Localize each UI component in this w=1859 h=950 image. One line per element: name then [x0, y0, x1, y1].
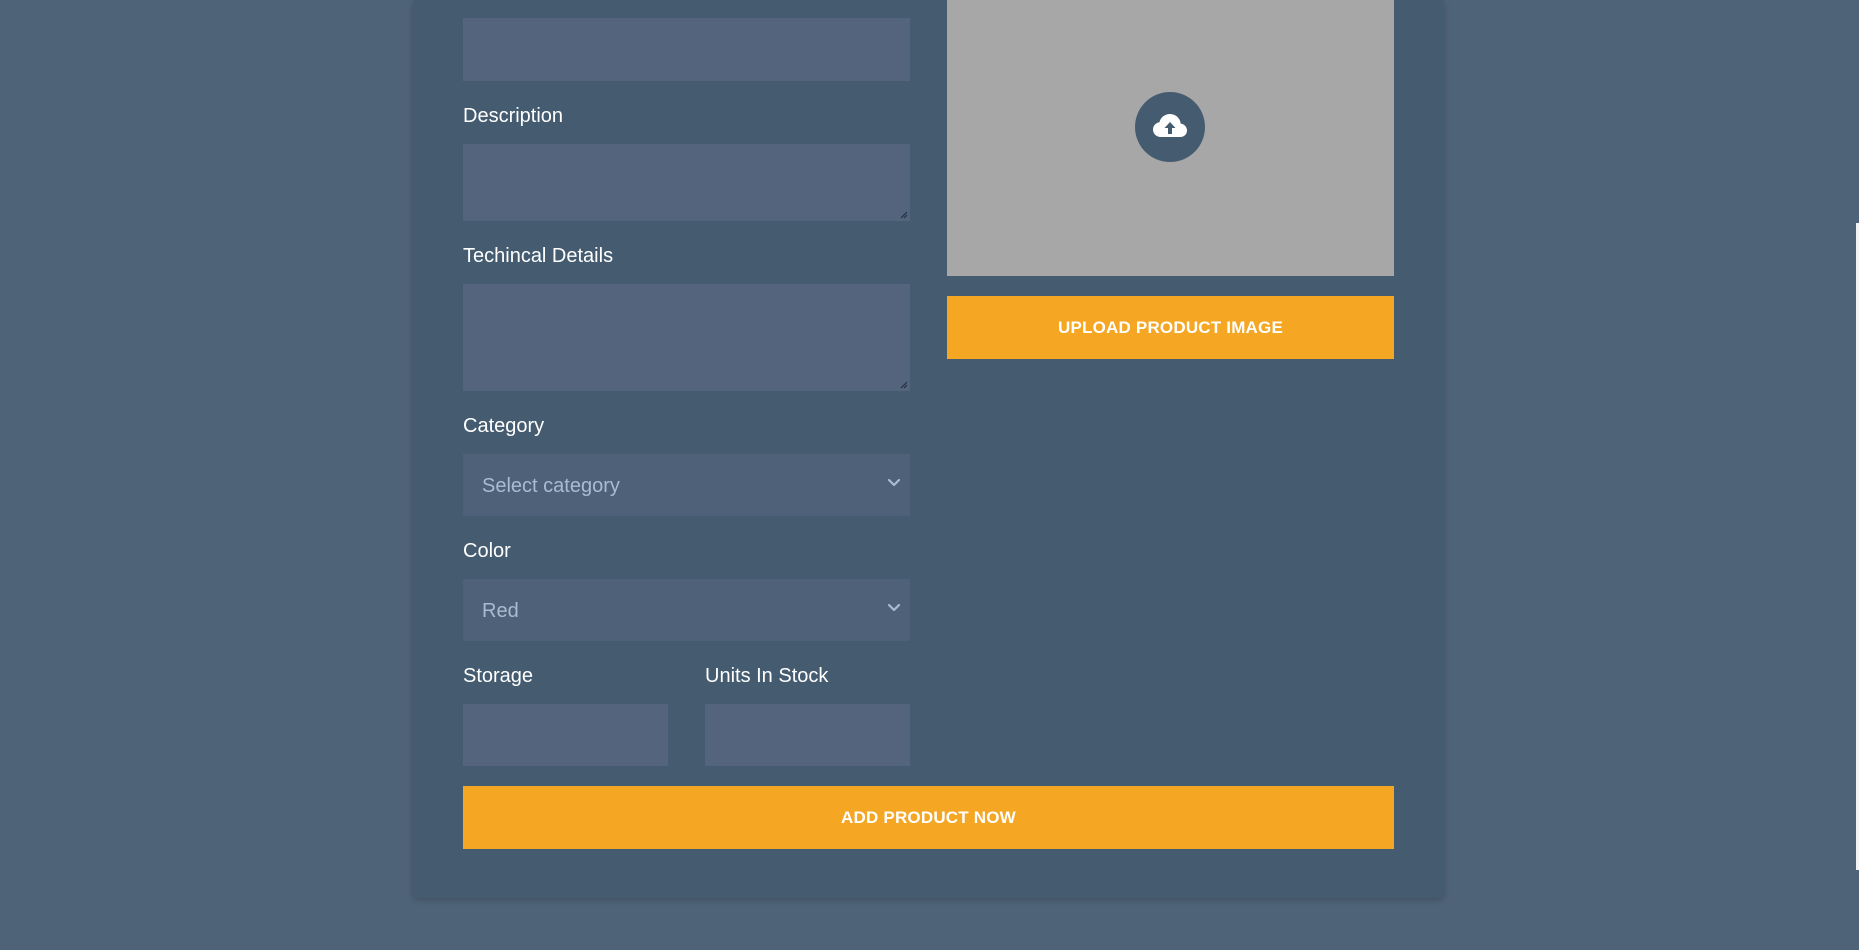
chevron-down-icon	[887, 478, 901, 487]
storage-label: Storage	[463, 665, 534, 687]
chevron-down-icon	[887, 603, 901, 612]
category-label: Category	[463, 415, 545, 437]
color-selected-value: Red	[482, 600, 519, 622]
technical-details-textarea[interactable]	[463, 284, 910, 391]
description-textarea[interactable]	[463, 144, 910, 221]
category-select[interactable]: Select category	[463, 454, 910, 516]
resize-handle-icon[interactable]	[900, 211, 908, 219]
units-in-stock-input[interactable]	[705, 704, 910, 766]
cloud-upload-icon	[1153, 114, 1187, 137]
category-selected-value: Select category	[482, 475, 620, 497]
color-label: Color	[463, 540, 511, 562]
resize-handle-icon[interactable]	[900, 381, 908, 389]
add-product-button[interactable]: ADD PRODUCT NOW	[463, 786, 1394, 849]
image-preview-area	[947, 0, 1394, 276]
product-name-input[interactable]	[463, 18, 910, 81]
color-select[interactable]: Red	[463, 579, 910, 641]
upload-product-image-button[interactable]: UPLOAD PRODUCT IMAGE	[947, 296, 1394, 359]
description-label: Description	[463, 105, 564, 127]
units-in-stock-label: Units In Stock	[705, 665, 829, 687]
upload-image-trigger[interactable]	[1135, 92, 1205, 162]
storage-input[interactable]	[463, 704, 668, 766]
technical-details-label: Techincal Details	[463, 245, 614, 267]
